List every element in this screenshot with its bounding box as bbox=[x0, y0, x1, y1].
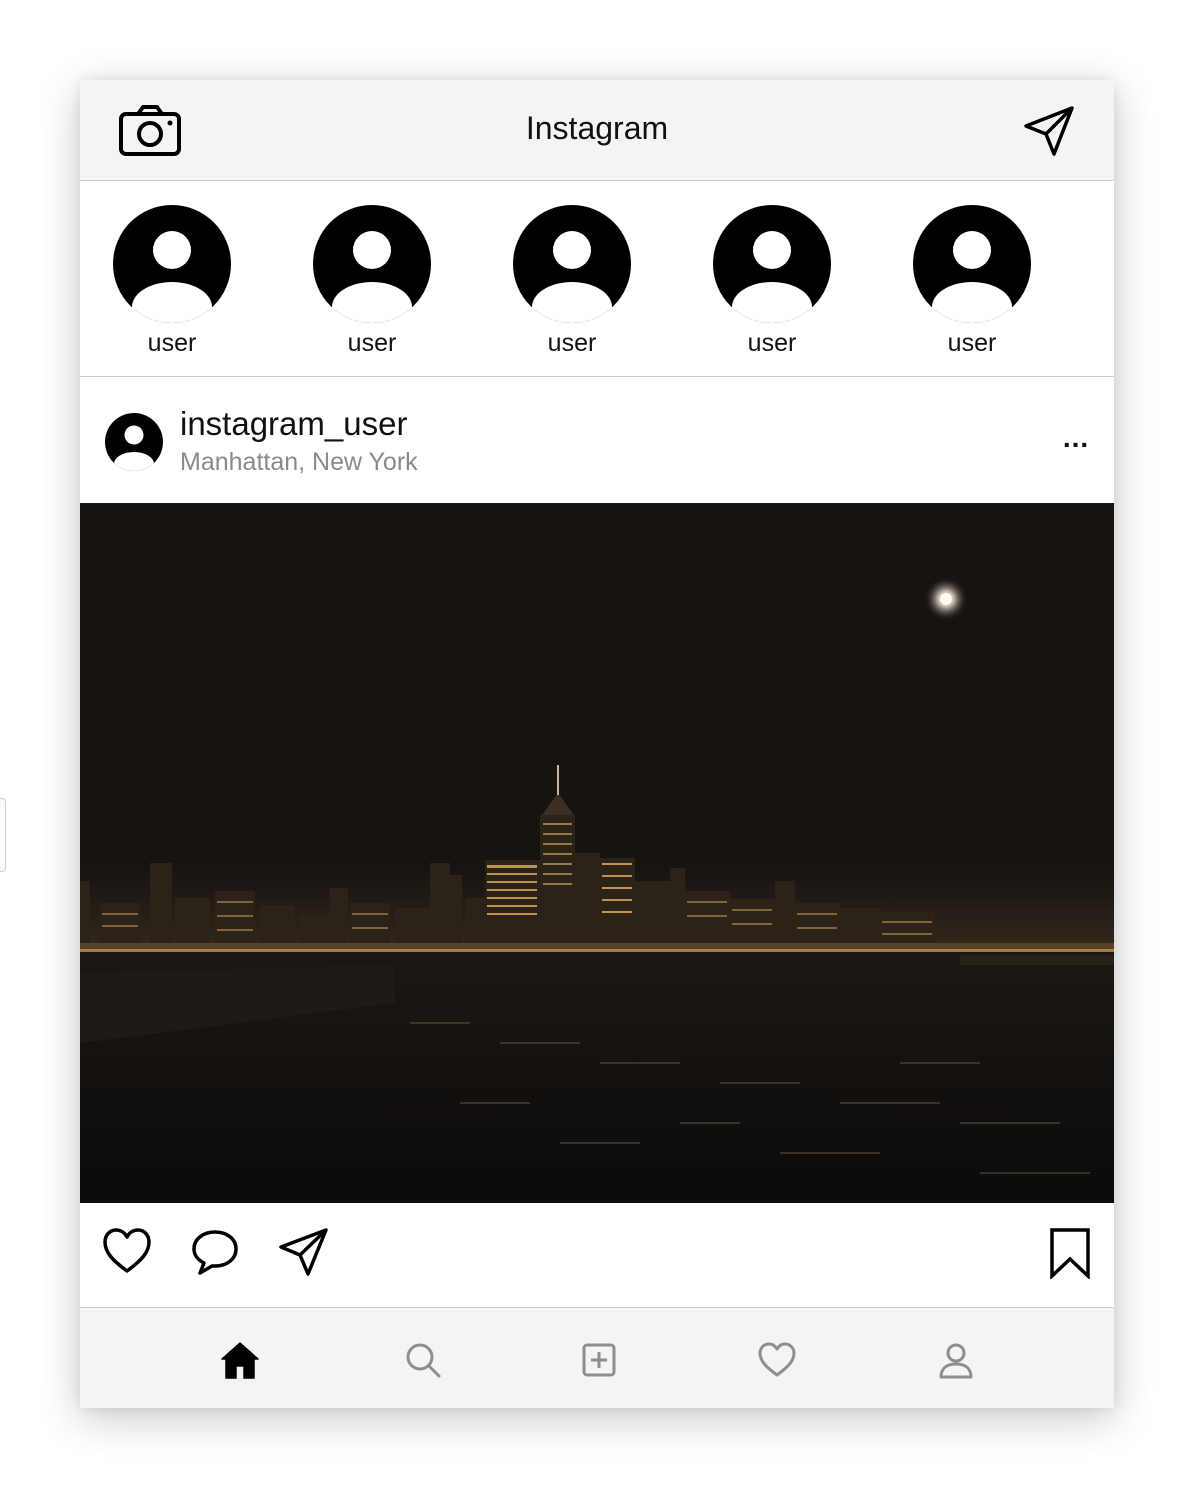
profile-icon[interactable] bbox=[936, 1340, 976, 1380]
home-icon[interactable] bbox=[220, 1340, 260, 1380]
story-username: user bbox=[147, 329, 197, 357]
story-username: user bbox=[947, 329, 997, 357]
story-avatar-icon bbox=[113, 205, 231, 323]
post-location[interactable]: Manhattan, New York bbox=[180, 448, 418, 477]
post-username[interactable]: instagram_user bbox=[180, 405, 407, 443]
search-icon[interactable] bbox=[403, 1340, 443, 1380]
activity-heart-icon[interactable] bbox=[757, 1340, 797, 1380]
post-header: instagram_user Manhattan, New York ... bbox=[80, 377, 1114, 503]
story-avatar-icon bbox=[313, 205, 431, 323]
story-item[interactable]: user bbox=[710, 203, 834, 357]
bookmark-icon[interactable] bbox=[1048, 1227, 1092, 1279]
side-tab-handle[interactable] bbox=[0, 798, 6, 872]
app-title: Instagram bbox=[525, 110, 669, 146]
paper-plane-icon[interactable] bbox=[1022, 104, 1076, 158]
heart-icon[interactable] bbox=[102, 1227, 152, 1277]
story-item[interactable]: user bbox=[510, 203, 634, 357]
share-icon[interactable] bbox=[278, 1227, 330, 1277]
story-username: user bbox=[347, 329, 397, 357]
story-item[interactable]: user bbox=[910, 203, 1034, 357]
story-item[interactable]: user bbox=[110, 203, 234, 357]
story-avatar-icon bbox=[713, 205, 831, 323]
stories-bar: user user user user user bbox=[80, 181, 1114, 377]
avatar[interactable] bbox=[103, 411, 165, 473]
post-photo[interactable] bbox=[80, 503, 1114, 1203]
story-avatar-icon bbox=[513, 205, 631, 323]
bottom-tab-bar bbox=[80, 1308, 1114, 1408]
story-username: user bbox=[547, 329, 597, 357]
story-item[interactable]: user bbox=[310, 203, 434, 357]
app-window: Instagram user user user user user insta… bbox=[80, 80, 1114, 1408]
post-actions bbox=[80, 1203, 1114, 1308]
more-options-button[interactable]: ... bbox=[1056, 422, 1096, 453]
night-skyline-image bbox=[80, 503, 1114, 1203]
story-avatar-icon bbox=[913, 205, 1031, 323]
top-nav-bar: Instagram bbox=[80, 80, 1114, 181]
story-avatar-partial[interactable] bbox=[1110, 203, 1114, 325]
comment-icon[interactable] bbox=[190, 1227, 240, 1277]
add-post-icon[interactable] bbox=[579, 1340, 619, 1380]
story-username: user bbox=[747, 329, 797, 357]
